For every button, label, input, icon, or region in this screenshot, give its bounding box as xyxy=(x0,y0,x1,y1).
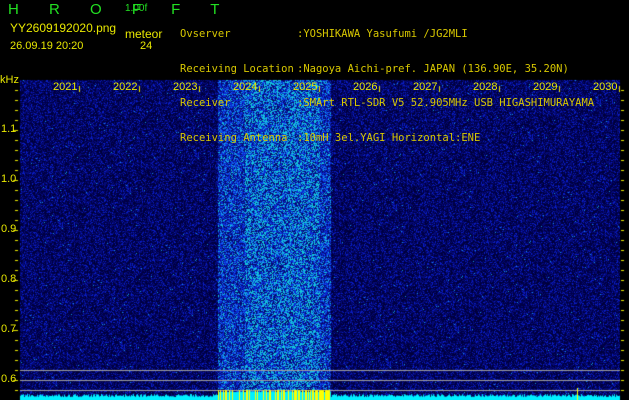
detection-mode: meteor xyxy=(125,27,163,41)
info-row-location: Receiving Location:Nagoya Aichi-pref. JA… xyxy=(180,62,594,76)
y-tick-label: 1.1 xyxy=(1,123,17,135)
info-value: :SMArt RTL-SDR V5 52.905MHz USB HIGASHIM… xyxy=(297,97,595,109)
y-unit-label: kHz xyxy=(0,74,19,86)
meteor-count: 24 xyxy=(140,40,153,52)
y-tick-label: 0.6 xyxy=(1,373,17,385)
y-tick-label: 1.0 xyxy=(1,173,17,185)
x-tick-label: 2023 xyxy=(173,81,198,93)
x-tick-label: 2024 xyxy=(233,81,258,93)
info-row-antenna: Receiving Antenna :10mH 3el.YAGI Horizont… xyxy=(180,131,594,145)
x-tick-label: 2027 xyxy=(413,81,438,93)
x-tick-label: 2028 xyxy=(473,81,498,93)
x-tick-label: 2026 xyxy=(353,81,378,93)
x-tick-label: 2029 xyxy=(533,81,558,93)
info-label: Receiving Antenna xyxy=(180,131,288,144)
x-tick-label: 2022 xyxy=(113,81,138,93)
file-name: YY2609192020.png xyxy=(10,21,117,35)
file-datetime: 26.09.19 20:20 xyxy=(10,40,84,52)
info-label: Receiver xyxy=(180,97,231,109)
info-row-observer: Ovserver :YOSHIKAWA Yasufumi /JG2MLI xyxy=(180,28,594,41)
x-tick-label: 2030 xyxy=(593,81,618,93)
info-label: Receiving Location xyxy=(180,62,294,75)
y-tick-label: 0.7 xyxy=(1,323,17,335)
y-tick-label: 0.9 xyxy=(1,223,17,235)
y-tick-label: 0.8 xyxy=(1,273,17,285)
info-value: :YOSHIKAWA Yasufumi /JG2MLI xyxy=(297,28,468,40)
info-value: :10mH 3el.YAGI Horizontal:ENE xyxy=(297,131,481,144)
info-row-receiver: Receiver :SMArt RTL-SDR V5 52.905MHz USB … xyxy=(180,97,595,110)
app-version: 1.00f xyxy=(125,3,148,14)
x-tick-label: 2021 xyxy=(53,81,78,93)
info-label: Ovserver xyxy=(180,28,231,40)
info-value: :Nagoya Aichi-pref. JAPAN (136.90E, 35.2… xyxy=(297,62,569,75)
x-tick-label: 2025 xyxy=(293,81,318,93)
